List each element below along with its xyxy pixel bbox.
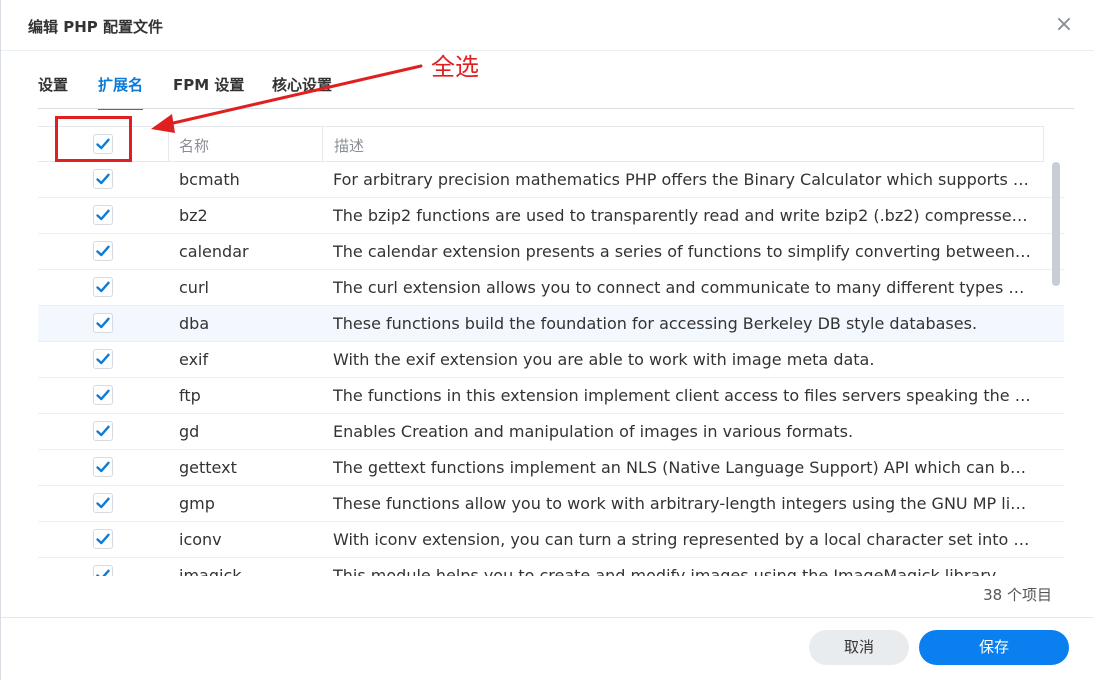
table-row[interactable]: bcmath For arbitrary precision mathemati… <box>38 162 1064 198</box>
extension-name: ftp <box>179 386 201 405</box>
extension-description: These functions allow you to work with a… <box>333 494 1031 513</box>
extensions-grid: 名称 描述 bcmath For arbitrary precision mat… <box>38 126 1064 576</box>
extension-name: bcmath <box>179 170 240 189</box>
table-row[interactable]: imagick This module helps you to create … <box>38 558 1064 576</box>
close-icon[interactable]: × <box>1053 14 1075 36</box>
row-checkbox[interactable] <box>93 385 113 405</box>
checkmark-icon <box>96 317 110 329</box>
extension-description: With iconv extension, you can turn a str… <box>333 530 1031 549</box>
extension-description: The curl extension allows you to connect… <box>333 278 1031 297</box>
checkmark-icon <box>96 425 110 437</box>
table-row[interactable]: bz2 The bzip2 functions are used to tran… <box>38 198 1064 234</box>
column-header-name[interactable]: 名称 <box>179 135 209 156</box>
checkmark-icon <box>96 138 110 150</box>
extension-description: The gettext functions implement an NLS (… <box>333 458 1031 477</box>
table-row[interactable]: gettext The gettext functions implement … <box>38 450 1064 486</box>
table-row[interactable]: iconv With iconv extension, you can turn… <box>38 522 1064 558</box>
row-checkbox[interactable] <box>93 241 113 261</box>
save-button[interactable]: 保存 <box>919 630 1069 665</box>
extension-name: dba <box>179 314 210 333</box>
row-checkbox[interactable] <box>93 205 113 225</box>
checkmark-icon <box>96 533 110 545</box>
extension-name: gd <box>179 422 200 441</box>
checkmark-icon <box>96 281 110 293</box>
extension-description: The bzip2 functions are used to transpar… <box>333 206 1031 225</box>
tab-core-settings[interactable]: 核心设置 <box>272 74 332 104</box>
extension-name: gettext <box>179 458 237 477</box>
extension-name: bz2 <box>179 206 208 225</box>
column-divider <box>322 127 323 161</box>
tab-settings[interactable]: 设置 <box>38 74 68 104</box>
table-row[interactable]: ftp The functions in this extension impl… <box>38 378 1064 414</box>
checkmark-icon <box>96 245 110 257</box>
table-row[interactable]: calendar The calendar extension presents… <box>38 234 1064 270</box>
select-all-checkbox[interactable] <box>93 134 113 154</box>
tab-fpm-settings[interactable]: FPM 设置 <box>173 74 244 104</box>
table-row[interactable]: dba These functions build the foundation… <box>38 306 1064 342</box>
extension-description: The functions in this extension implemen… <box>333 386 1031 405</box>
table-row[interactable]: exif With the exif extension you are abl… <box>38 342 1064 378</box>
extension-name: exif <box>179 350 209 369</box>
edit-php-config-dialog: 编辑 PHP 配置文件 × 设置 扩展名 FPM 设置 核心设置 名称 描述 b… <box>0 0 1094 680</box>
column-divider <box>168 127 169 161</box>
annotation-label: 全选 <box>431 53 479 81</box>
column-divider <box>1043 127 1044 161</box>
title-divider <box>1 50 1094 51</box>
footer-divider <box>1 617 1094 618</box>
checkmark-icon <box>96 209 110 221</box>
row-checkbox[interactable] <box>93 529 113 549</box>
row-checkbox[interactable] <box>93 457 113 477</box>
checkmark-icon <box>96 569 110 576</box>
table-row[interactable]: gmp These functions allow you to work wi… <box>38 486 1064 522</box>
row-checkbox[interactable] <box>93 421 113 441</box>
extension-name: iconv <box>179 530 222 549</box>
table-row[interactable]: curl The curl extension allows you to co… <box>38 270 1064 306</box>
grid-scrollbar[interactable] <box>1052 162 1060 286</box>
item-count: 38 个项目 <box>983 586 1052 604</box>
extension-description: These functions build the foundation for… <box>333 314 978 333</box>
checkmark-icon <box>96 173 110 185</box>
extension-name: curl <box>179 278 209 297</box>
checkmark-icon <box>96 353 110 365</box>
checkmark-icon <box>96 497 110 509</box>
row-checkbox[interactable] <box>93 313 113 333</box>
grid-header: 名称 描述 <box>38 126 1044 162</box>
row-checkbox[interactable] <box>93 277 113 297</box>
cancel-button[interactable]: 取消 <box>809 630 909 665</box>
row-checkbox[interactable] <box>93 169 113 189</box>
extension-description: This module helps you to create and modi… <box>333 566 1000 576</box>
extension-description: The calendar extension presents a series… <box>333 242 1031 261</box>
row-checkbox[interactable] <box>93 565 113 576</box>
extension-description: Enables Creation and manipulation of ima… <box>333 422 854 441</box>
column-header-description[interactable]: 描述 <box>334 135 364 156</box>
dialog-title: 编辑 PHP 配置文件 <box>28 18 163 36</box>
row-checkbox[interactable] <box>93 493 113 513</box>
row-checkbox[interactable] <box>93 349 113 369</box>
extension-name: calendar <box>179 242 249 261</box>
extension-description: For arbitrary precision mathematics PHP … <box>333 170 1031 189</box>
tab-extensions[interactable]: 扩展名 <box>98 74 144 110</box>
table-row[interactable]: gd Enables Creation and manipulation of … <box>38 414 1064 450</box>
checkmark-icon <box>96 389 110 401</box>
checkmark-icon <box>96 461 110 473</box>
extension-name: gmp <box>179 494 215 513</box>
extension-name: imagick <box>179 566 242 576</box>
extension-description: With the exif extension you are able to … <box>333 350 875 369</box>
tabs-divider <box>38 108 1074 109</box>
